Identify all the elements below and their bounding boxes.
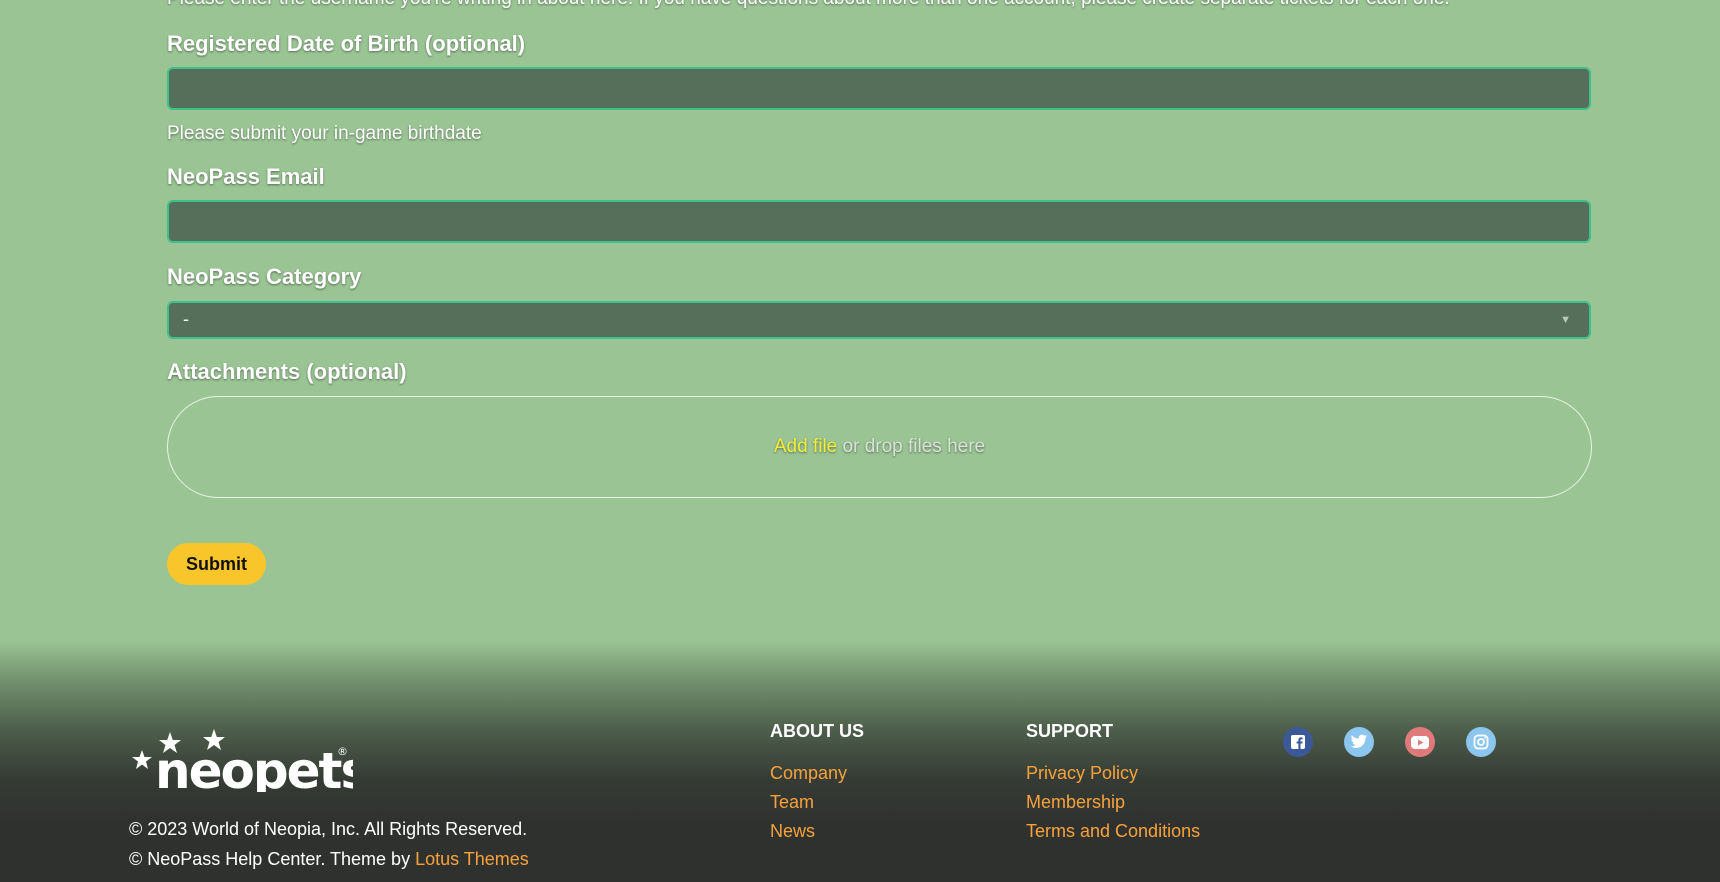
category-label: NeoPass Category — [167, 264, 362, 289]
footer-link-news[interactable]: News — [770, 821, 815, 842]
copyright-line-2-text: © NeoPass Help Center. Theme by — [129, 849, 416, 869]
footer-link-company[interactable]: Company — [770, 763, 847, 784]
intro-text: Please enter the username you're writing… — [167, 0, 1450, 10]
footer-link-terms[interactable]: Terms and Conditions — [1026, 821, 1200, 842]
twitter-icon[interactable] — [1344, 727, 1374, 757]
copyright-line-2: © NeoPass Help Center. Theme by Lotus Th… — [129, 849, 529, 870]
youtube-icon[interactable] — [1405, 727, 1435, 757]
email-label: NeoPass Email — [167, 164, 325, 189]
facebook-icon[interactable] — [1283, 727, 1313, 757]
svg-text:neopets: neopets — [155, 742, 353, 792]
instagram-icon[interactable] — [1466, 727, 1496, 757]
category-select[interactable]: - ▼ — [167, 301, 1591, 339]
drop-files-text: or drop files here — [837, 436, 986, 457]
footer-link-membership[interactable]: Membership — [1026, 792, 1125, 813]
footer-link-team[interactable]: Team — [770, 792, 814, 813]
chevron-down-icon: ▼ — [1560, 314, 1571, 326]
neopets-logo[interactable]: neopets ® — [128, 722, 370, 800]
copyright-line-1: © 2023 World of Neopia, Inc. All Rights … — [129, 819, 528, 839]
attachments-dropzone[interactable]: Add file or drop files here — [167, 396, 1592, 498]
dob-label: Registered Date of Birth (optional) — [167, 31, 526, 56]
dob-hint: Please submit your in-game birthdate — [167, 123, 482, 144]
category-selected-value: - — [183, 309, 189, 329]
add-file-link[interactable]: Add file — [774, 436, 837, 458]
dob-input[interactable] — [167, 67, 1591, 110]
lotus-themes-link[interactable]: Lotus Themes — [415, 849, 529, 869]
footer-link-privacy-policy[interactable]: Privacy Policy — [1026, 763, 1138, 784]
attachments-label: Attachments (optional) — [167, 359, 407, 384]
submit-button[interactable]: Submit — [167, 543, 266, 585]
about-us-heading: ABOUT US — [770, 721, 864, 741]
email-input[interactable] — [167, 200, 1591, 243]
svg-text:®: ® — [337, 745, 348, 758]
support-heading: SUPPORT — [1026, 721, 1114, 741]
